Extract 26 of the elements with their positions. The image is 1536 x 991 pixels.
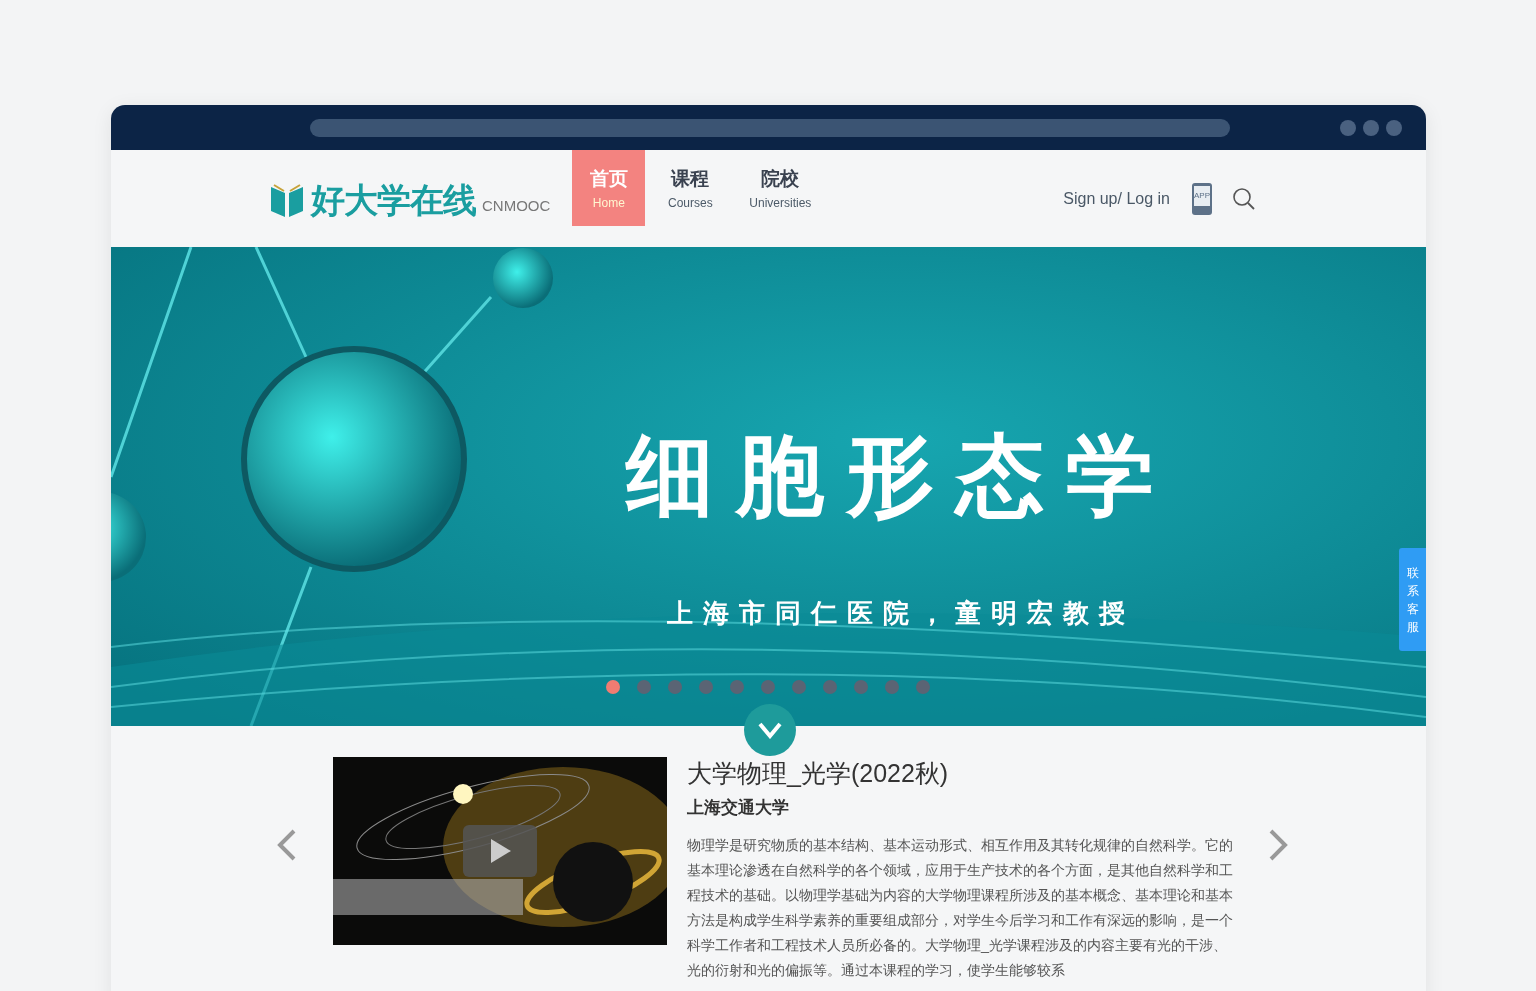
course-title[interactable]: 大学物理_光学(2022秋): [687, 757, 1237, 790]
window-dot[interactable]: [1340, 119, 1356, 136]
university-name: 上海交通大学: [687, 797, 790, 819]
nav-sublabel: Home: [592, 196, 625, 210]
login-link[interactable]: Sign up/ Log in: [1063, 189, 1170, 208]
window-dot[interactable]: [1386, 119, 1402, 136]
banner-title: 细胞形态学: [626, 427, 1176, 527]
app-label: APP: [1194, 185, 1210, 206]
nav-tab[interactable]: 院校 Universities: [735, 150, 826, 226]
nav-label: 课程: [671, 167, 710, 191]
course-description: 物理学是研究物质的基本结构、基本运动形式、相互作用及其转化规律的自然科学。它的基本理论渗透在自然科学的各个领域，应用于生产技术的各个方面，是其他自然科学和工程技术的基础。以物理学基础为内容的大学物理课程所涉及的基本概念、基本理论和基本方法是构成学生科学素养的重要组成部分，对学生今后学习和工作有深远的影响，是一个科学工作者和工程技术人员所必备的。大学物理_光学课程涉及的内容主要有光的干涉、光的衍射和光的偏振等。通过本课程的学习，使学生能够较系: [687, 836, 1234, 980]
nav-label: 院校: [761, 167, 800, 191]
nav-sublabel: Courses: [668, 196, 713, 210]
nav-tab[interactable]: 课程 Courses: [645, 150, 736, 226]
scroll-down-button[interactable]: [744, 704, 796, 756]
window-dot[interactable]: [1363, 119, 1379, 136]
banner-subtitle: 上海市同仁医院，童明宏教授: [667, 598, 1135, 630]
chevron-down-icon: [757, 721, 783, 739]
phone-app-icon[interactable]: APP: [1192, 182, 1212, 215]
address-bar[interactable]: [310, 118, 1230, 137]
logo-name: 好大学在线: [311, 179, 476, 221]
search-icon[interactable]: [1232, 186, 1256, 211]
nav-label: 首页: [589, 167, 628, 191]
logo-subtitle: CNMOOC: [482, 197, 551, 214]
nav-sublabel: Universities: [749, 196, 812, 210]
book-logo-icon: [269, 182, 305, 219]
